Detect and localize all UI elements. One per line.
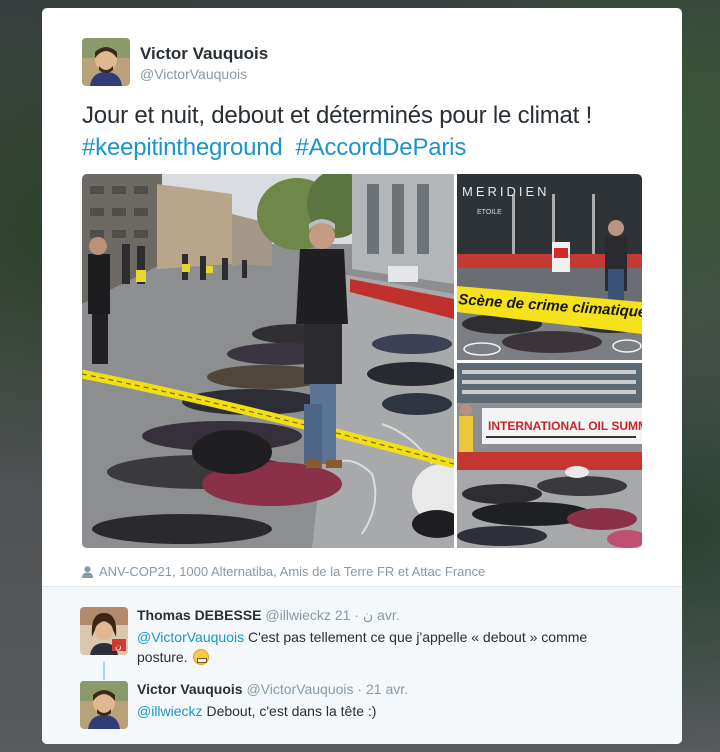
photo-main[interactable] [82,174,472,548]
reply-text: @VictorVauquois C'est pas tellement ce q… [137,627,617,667]
tagged-people-text: ANV-COP21, 1000 Alternatiba, Amis de la … [99,564,486,579]
tweet-text: Jour et nuit, debout et déterminés pour … [82,100,652,164]
reply-victor[interactable]: Victor Vauquois @VictorVauquois · 21 avr… [80,681,640,735]
reply-author-name[interactable]: Victor Vauquois [137,681,243,697]
reply-time[interactable]: 21 avr. [366,681,408,697]
grimacing-face-emoji-icon [193,649,210,665]
hashtag-keepitintheground[interactable]: #keepitintheground [82,134,283,161]
thread-connector-line [103,662,105,680]
reply-author-name[interactable]: Thomas DEBESSE [137,607,261,623]
tagged-people[interactable]: ANV-COP21, 1000 Alternatiba, Amis de la … [82,564,485,581]
avatar[interactable] [82,38,130,86]
reply-header: Victor Vauquois @VictorVauquois · 21 avr… [137,681,408,697]
author-handle[interactable]: @VictorVauquois [140,66,247,82]
hashtag-accorddeparis[interactable]: #AccordDeParis [296,134,467,161]
reply-header: Thomas DEBESSE @illwieckz ن · 21 avr. [137,607,400,624]
svg-text:ن: ن [115,642,122,652]
tweet-text-body: Jour et nuit, debout et déterminés pour … [82,102,593,129]
reply-text-body: Debout, c'est dans la tête :) [202,703,377,719]
avatar[interactable]: ن [80,607,128,655]
reply-thomas[interactable]: ن Thomas DEBESSE @illwieckz ن · 21 avr. … [80,607,640,667]
avatar[interactable] [80,681,128,729]
reply-author-handle[interactable]: @VictorVauquois [246,681,353,697]
meridien-sign: MERIDIEN [462,184,550,199]
person-icon [82,566,93,581]
etoile-sign: ETOILE [477,209,502,216]
tweet-card: Victor Vauquois @VictorVauquois Jour et … [42,8,682,744]
conversation: ن Thomas DEBESSE @illwieckz ن · 21 avr. … [42,586,682,744]
photo-bottom-right[interactable]: INTERNATIONAL OIL SUMMIT [457,363,642,548]
reply-separator: · [357,681,363,697]
tweet-media[interactable]: MERIDIEN ETOILE Scène de crime climatiqu… [82,174,642,548]
oil-summit-banner: INTERNATIONAL OIL SUMMIT [488,419,642,433]
reply-text: @illwieckz Debout, c'est dans la tête :) [137,701,617,721]
reply-separator: · [354,607,359,623]
mention-link[interactable]: @VictorVauquois [137,629,244,645]
author-name[interactable]: Victor Vauquois [140,44,268,64]
mention-link[interactable]: @illwieckz [137,703,203,719]
photo-top-right[interactable]: MERIDIEN ETOILE Scène de crime climatiqu… [457,174,642,360]
